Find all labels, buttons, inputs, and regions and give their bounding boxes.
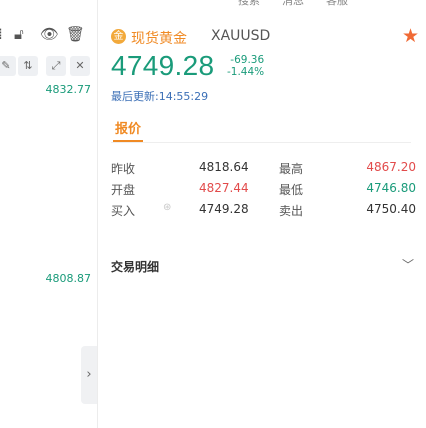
price-change: -69.36 -1.44% bbox=[227, 54, 264, 78]
table-row: 昨收 4818.64 最高 4867.20 bbox=[111, 158, 416, 179]
trash-icon[interactable]: 🗑︎ bbox=[66, 24, 85, 44]
collapse-tab[interactable]: › bbox=[81, 346, 97, 404]
table-row: 买入 ⊛ 4749.28 卖出 4750.40 bbox=[111, 200, 416, 221]
gold-coin-icon: 金 bbox=[111, 29, 126, 44]
instrument-header: 金 现货黄金 XAUUSD ★ bbox=[111, 25, 421, 47]
eye-icon[interactable]: 👁︎ bbox=[40, 24, 59, 44]
left-toolbar: ⁞ 🔓︎ 👁︎ 🗑︎ bbox=[0, 24, 98, 44]
watermark-icon: ⊛ bbox=[163, 202, 172, 213]
last-updated: 最后更新:14:55:29 bbox=[111, 88, 208, 104]
pin-icon[interactable]: ⁞ bbox=[0, 24, 3, 44]
trade-details-toggle[interactable]: 交易明细 ﹀ bbox=[111, 256, 416, 274]
prev-close-value: 4818.64 bbox=[199, 160, 249, 174]
chart-price-label: 4808.87 bbox=[45, 272, 92, 285]
chevron-right-icon: › bbox=[86, 367, 92, 382]
instrument-code: XAUUSD bbox=[211, 28, 271, 44]
ask-label: 卖出 bbox=[279, 204, 304, 218]
close-icon[interactable]: ✕ bbox=[70, 56, 90, 76]
bid-label: 买入 bbox=[111, 204, 136, 218]
left-panel: ⁞ 🔓︎ 👁︎ 🗑︎ ✎ ⇅ ⤢ ✕ 4832.77 4808.87 › bbox=[0, 0, 98, 428]
low-label: 最低 bbox=[279, 183, 304, 197]
tab-quote[interactable]: 报价 bbox=[115, 118, 141, 137]
trade-details-label: 交易明细 bbox=[111, 260, 160, 274]
expand-icon[interactable]: ⤢ bbox=[46, 56, 66, 76]
instrument-name: 现货黄金 bbox=[131, 31, 187, 47]
change-value: -69.36 bbox=[230, 54, 265, 66]
low-value: 4746.80 bbox=[366, 181, 416, 195]
lock-icon[interactable]: 🔓︎ bbox=[14, 24, 24, 44]
draw-icon[interactable]: ✎ bbox=[0, 56, 16, 76]
left-tools: ✎ ⇅ ⤢ ✕ bbox=[0, 56, 98, 76]
chart-price-label: 4832.77 bbox=[45, 83, 92, 96]
quote-panel: 金 现货黄金 XAUUSD ★ 4749.28 -69.36 -1.44% 最后… bbox=[99, 0, 426, 428]
change-percent: -1.44% bbox=[227, 66, 265, 78]
ask-value: 4750.40 bbox=[366, 202, 416, 216]
open-label: 开盘 bbox=[111, 183, 136, 197]
updated-label: 最后更新: bbox=[111, 90, 159, 103]
chevron-down-icon: ﹀ bbox=[401, 258, 414, 272]
current-price: 4749.28 bbox=[111, 50, 215, 81]
updated-time: 14:55:29 bbox=[158, 90, 209, 103]
table-row: 开盘 4827.44 最低 4746.80 bbox=[111, 179, 416, 200]
high-value: 4867.20 bbox=[366, 160, 416, 174]
high-label: 最高 bbox=[279, 162, 304, 176]
star-icon[interactable]: ★ bbox=[402, 25, 419, 47]
magnet-icon[interactable]: ⇅ bbox=[18, 56, 38, 76]
open-value: 4827.44 bbox=[199, 181, 249, 195]
quote-table: 昨收 4818.64 最高 4867.20 开盘 4827.44 最低 4746… bbox=[111, 158, 416, 221]
bid-value: 4749.28 bbox=[199, 202, 249, 216]
divider bbox=[111, 142, 411, 143]
prev-close-label: 昨收 bbox=[111, 162, 136, 176]
